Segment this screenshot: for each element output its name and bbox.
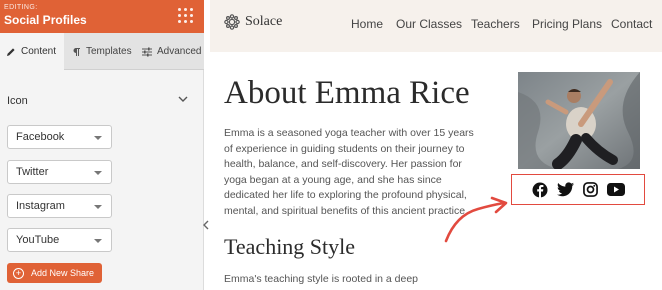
tab-advanced[interactable]: Advanced <box>134 33 204 70</box>
site-logo-text: Solace <box>245 14 283 29</box>
social-icons-box <box>511 174 645 205</box>
icon-section-label: Icon <box>7 95 28 107</box>
teacher-photo <box>518 72 640 169</box>
panel-header: EDITING: Social Profiles <box>0 0 204 33</box>
caret-down-icon <box>94 205 102 209</box>
tab-content-label: Content <box>21 46 57 57</box>
caret-down-icon <box>94 136 102 140</box>
teaching-paragraph: Emma's teaching style is rooted in a dee… <box>224 273 419 285</box>
lotus-logo-icon <box>224 14 240 30</box>
nav-home[interactable]: Home <box>351 17 383 31</box>
social-select-twitter[interactable]: Twitter <box>7 160 112 184</box>
caret-down-icon <box>94 171 102 175</box>
select-value: YouTube <box>16 234 60 246</box>
collapse-panel-icon[interactable] <box>202 218 210 232</box>
paragraph-icon <box>73 47 80 56</box>
social-select-facebook[interactable]: Facebook <box>7 125 112 149</box>
site-navbar: Solace Home Our Classes Teachers Pricing… <box>210 0 662 52</box>
youtube-icon[interactable] <box>606 183 625 196</box>
chevron-down-icon[interactable] <box>178 95 188 103</box>
annotation-arrow <box>444 196 508 243</box>
tab-content[interactable]: Content <box>0 33 64 70</box>
social-select-youtube[interactable]: YouTube <box>7 228 112 252</box>
social-select-instagram[interactable]: Instagram <box>7 194 112 218</box>
plus-circle-icon: + <box>13 267 24 279</box>
grid-menu-icon[interactable] <box>178 8 194 24</box>
nav-pricing-plans[interactable]: Pricing Plans <box>532 17 602 31</box>
panel-title: Social Profiles <box>4 13 87 27</box>
add-new-share-label: Add New Share <box>31 268 95 278</box>
editing-label: EDITING: <box>4 4 38 11</box>
pencil-icon <box>7 47 15 56</box>
add-new-share-button[interactable]: + Add New Share <box>7 263 102 283</box>
tab-advanced-label: Advanced <box>157 46 202 57</box>
section-heading: Teaching Style <box>224 234 356 259</box>
facebook-icon[interactable] <box>532 182 548 198</box>
nav-teachers[interactable]: Teachers <box>471 17 520 31</box>
caret-down-icon <box>94 239 102 243</box>
page-preview: Solace Home Our Classes Teachers Pricing… <box>210 0 662 290</box>
tab-templates[interactable]: Templates <box>64 33 134 70</box>
tab-templates-label: Templates <box>86 46 132 57</box>
sliders-icon <box>142 47 152 56</box>
select-value: Twitter <box>16 166 49 178</box>
page-heading: About Emma Rice <box>224 75 470 111</box>
select-value: Facebook <box>16 131 65 143</box>
editor-panel: EDITING: Social Profiles Content Templat… <box>0 0 204 290</box>
nav-contact[interactable]: Contact <box>611 17 652 31</box>
twitter-icon[interactable] <box>556 182 574 197</box>
nav-our-classes[interactable]: Our Classes <box>396 17 462 31</box>
instagram-icon[interactable] <box>582 182 598 197</box>
site-logo[interactable]: Solace <box>224 14 282 30</box>
select-value: Instagram <box>16 200 65 212</box>
panel-tabs: Content Templates Advanced <box>0 33 204 70</box>
